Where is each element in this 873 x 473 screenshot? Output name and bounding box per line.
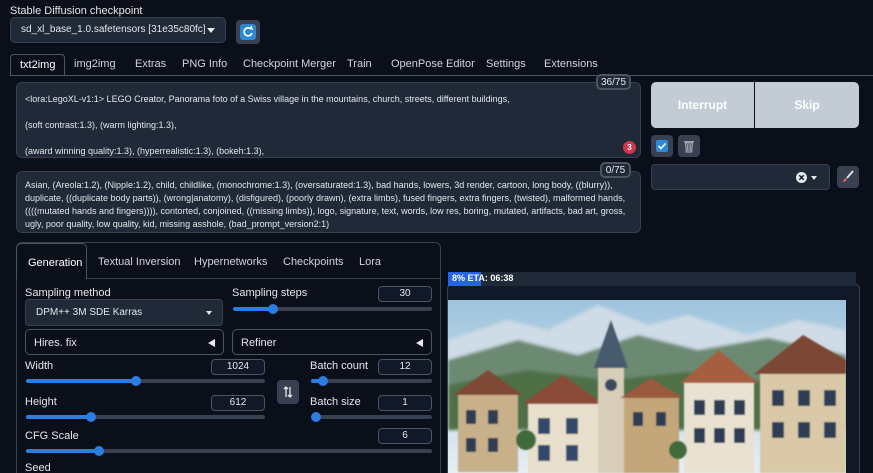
- refiner-label: Refiner: [241, 337, 277, 349]
- progress-bar: 8% ETA: 06:38: [448, 272, 856, 286]
- cfg-scale-label: CFG Scale: [25, 430, 79, 442]
- main-tabs: txt2img img2img Extras PNG Info Checkpoi…: [10, 54, 870, 76]
- negative-prompt-input[interactable]: Asian, (Areola:1.2), (Nipple:1.2), child…: [16, 171, 641, 233]
- styles-select[interactable]: [651, 164, 830, 190]
- slider-thumb[interactable]: [267, 304, 278, 314]
- tab-extras[interactable]: Extras: [135, 54, 166, 76]
- collapse-arrow-icon: [416, 339, 423, 347]
- batch-size-input[interactable]: 1: [378, 395, 432, 411]
- tab-extensions[interactable]: Extensions: [544, 54, 598, 76]
- trash-icon: [683, 139, 695, 156]
- refiner-accordion[interactable]: Refiner: [232, 329, 432, 355]
- refresh-checkpoint-button[interactable]: [236, 20, 260, 44]
- swap-dimensions-button[interactable]: [277, 380, 299, 404]
- hires-fix-label: Hires. fix: [34, 337, 77, 349]
- cfg-scale-input[interactable]: 6: [378, 428, 432, 444]
- batch-size-slider[interactable]: [311, 412, 432, 422]
- tab-openpose-editor[interactable]: OpenPose Editor: [391, 54, 475, 76]
- sampling-steps-label: Sampling steps: [232, 287, 308, 299]
- width-input[interactable]: 1024: [211, 359, 265, 375]
- preview-image-art: [448, 300, 846, 473]
- collapse-arrow-icon: [208, 339, 215, 347]
- height-label: Height: [25, 396, 57, 408]
- prompt-input[interactable]: <lora:LegoXL-v1:1> LEGO Creator, Panoram…: [16, 82, 641, 158]
- slider-thumb[interactable]: [130, 376, 141, 386]
- skip-button[interactable]: Skip: [755, 82, 859, 128]
- batch-size-label: Batch size: [310, 396, 361, 408]
- batch-count-label: Batch count: [310, 360, 369, 372]
- checkpoint-select[interactable]: sd_xl_base_1.0.safetensors [31e35c80fc]: [10, 17, 226, 43]
- subtab-hypernetworks[interactable]: Hypernetworks: [194, 256, 267, 268]
- paintbrush-icon: [841, 170, 855, 187]
- edit-styles-button[interactable]: [837, 166, 859, 188]
- tab-png-info[interactable]: PNG Info: [182, 54, 227, 76]
- sampling-method-label: Sampling method: [25, 287, 111, 299]
- seed-label: Seed: [25, 462, 51, 473]
- tab-divider: [10, 75, 873, 76]
- prompt-line-1: <lora:LegoXL-v1:1> LEGO Creator, Panoram…: [25, 94, 510, 104]
- subtab-divider: [87, 278, 441, 279]
- subtab-checkpoints[interactable]: Checkpoints: [283, 256, 344, 268]
- interrupt-button[interactable]: Interrupt: [651, 82, 754, 128]
- sampling-method-value: DPM++ 3M SDE Karras: [36, 307, 143, 318]
- prompt-line-3: (award winning quality:1.3), (hyperreali…: [25, 146, 265, 156]
- batch-count-slider[interactable]: [311, 376, 432, 386]
- chevron-down-icon: [206, 311, 212, 315]
- negative-token-counter: 0/75: [600, 162, 631, 178]
- apply-styles-button[interactable]: [651, 135, 673, 157]
- slider-thumb[interactable]: [85, 412, 96, 422]
- negative-prompt-text: Asian, (Areola:1.2), (Nipple:1.2), child…: [25, 180, 626, 229]
- prompt-line-2: (soft contrast:1.3), (warm lighting:1.3)…: [25, 120, 177, 130]
- close-icon[interactable]: [796, 172, 807, 183]
- hires-fix-accordion[interactable]: Hires. fix: [25, 329, 224, 355]
- preview-image[interactable]: [448, 300, 846, 473]
- width-slider[interactable]: [26, 376, 265, 386]
- batch-count-input[interactable]: 12: [378, 359, 432, 375]
- clear-prompt-button[interactable]: [678, 135, 700, 157]
- sampling-steps-slider[interactable]: [233, 304, 432, 314]
- prompt-badge: 3: [623, 141, 636, 154]
- subtab-generation[interactable]: Generation: [16, 243, 87, 279]
- checkpoint-label: Stable Diffusion checkpoint: [10, 5, 143, 17]
- width-label: Width: [25, 360, 54, 372]
- height-slider[interactable]: [26, 412, 265, 422]
- progress-text: 8% ETA: 06:38: [452, 273, 514, 283]
- tab-txt2img[interactable]: txt2img: [10, 54, 66, 76]
- tab-img2img[interactable]: img2img: [74, 54, 116, 76]
- checkbox-icon: [656, 140, 668, 152]
- chevron-down-icon: [207, 28, 215, 33]
- tab-settings[interactable]: Settings: [486, 54, 526, 76]
- subtab-generation-label: Generation: [28, 257, 83, 269]
- chevron-down-icon: [811, 176, 817, 180]
- subtab-textual-inversion[interactable]: Textual Inversion: [98, 256, 181, 268]
- tab-train[interactable]: Train: [347, 54, 372, 76]
- sampling-steps-input[interactable]: 30: [378, 286, 432, 302]
- refresh-icon: [240, 24, 256, 40]
- slider-thumb[interactable]: [311, 412, 321, 422]
- checkpoint-value: sd_xl_base_1.0.safetensors [31e35c80fc]: [21, 24, 206, 35]
- subtab-lora[interactable]: Lora: [359, 256, 381, 268]
- tab-checkpoint-merger[interactable]: Checkpoint Merger: [243, 54, 336, 76]
- sampling-method-select[interactable]: DPM++ 3M SDE Karras: [25, 299, 223, 326]
- swap-icon: [282, 385, 294, 402]
- prompt-token-counter: 36/75: [596, 74, 631, 90]
- cfg-scale-slider[interactable]: [26, 446, 432, 456]
- height-input[interactable]: 612: [211, 395, 265, 411]
